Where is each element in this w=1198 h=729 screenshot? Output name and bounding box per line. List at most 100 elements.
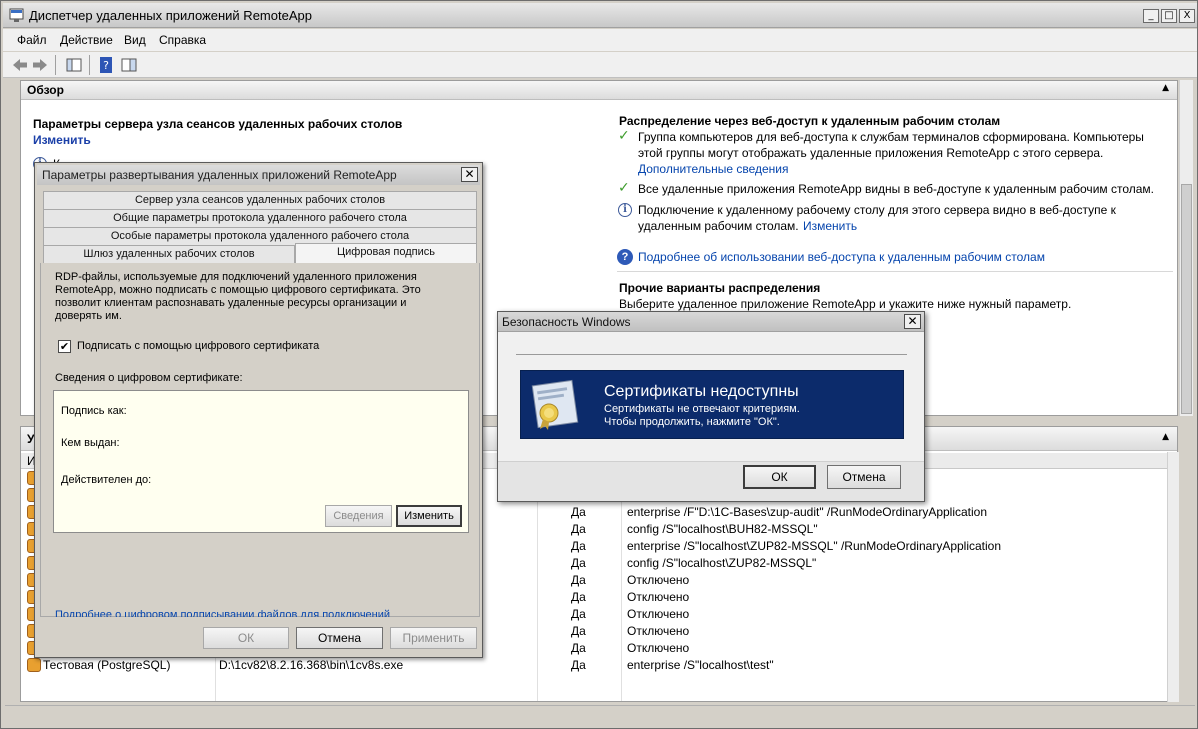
security-title: Безопасность Windows (502, 315, 631, 329)
tab-common-rdp[interactable]: Общие параметры протокола удаленного раб… (43, 209, 477, 227)
apply-button[interactable]: Применить (390, 627, 477, 649)
web-access-item2: Все удаленные приложения RemoteApp видны… (638, 182, 1155, 196)
server-settings-heading: Параметры сервера узла сеансов удаленных… (33, 117, 403, 131)
title-bar: Диспетчер удаленных приложений RemoteApp… (3, 3, 1197, 28)
cell-visible: Да (571, 539, 586, 553)
toolbar: ? (3, 52, 1197, 78)
digital-signing-help-link[interactable]: Подробнее о цифровом подписывании файлов… (55, 609, 390, 617)
check-icon: ✓ (618, 128, 630, 144)
remoteapp-icon (9, 8, 24, 22)
cell-visible: Да (571, 607, 586, 621)
forward-arrow-icon[interactable] (31, 56, 49, 74)
rdp-change-link[interactable]: Изменить (803, 219, 857, 233)
description-line: позволит клиентам распознавать удаленные… (55, 297, 407, 309)
overview-title: Обзор (27, 83, 64, 97)
minimize-button[interactable]: _ (1143, 9, 1159, 23)
menu-view[interactable]: Вид (124, 33, 146, 47)
svg-text:?: ? (103, 59, 109, 72)
deployment-settings-dialog: Параметры развертывания удаленных прилож… (34, 162, 483, 658)
cell-arguments: config /S"localhost\BUH82-MSSQL" (627, 522, 818, 536)
programs-scrollbar[interactable] (1167, 452, 1179, 702)
description-line: RDP-файлы, используемые для подключений … (55, 271, 417, 283)
web-access-help-link[interactable]: Подробнее об использовании веб-доступа к… (638, 250, 1045, 264)
menu-file[interactable]: Файл (17, 33, 47, 47)
cell-visible: Да (571, 522, 586, 536)
ok-button[interactable]: ОК (203, 627, 289, 649)
cancel-button[interactable]: Отмена (296, 627, 383, 649)
windows-security-dialog: Безопасность Windows ✕ Сертификаты недос… (497, 311, 925, 502)
collapse-up-icon[interactable]: ▲ (1162, 83, 1169, 93)
cell-visible: Да (571, 641, 586, 655)
tab-rd-session-host[interactable]: Сервер узла сеансов удаленных рабочих ст… (43, 191, 477, 209)
certificate-icon (531, 379, 579, 430)
menu-help[interactable]: Справка (159, 33, 206, 47)
info-icon: i (618, 203, 632, 217)
server-settings-change-link[interactable]: Изменить (33, 133, 91, 147)
valid-until-label: Действителен до: (61, 474, 152, 486)
close-icon[interactable]: ✕ (461, 167, 478, 182)
tab-page: RDP-файлы, используемые для подключений … (40, 263, 480, 617)
other-options-text: Выберите удаленное приложение RemoteApp … (619, 297, 1072, 311)
cell-visible: Да (571, 556, 586, 570)
change-certificate-button[interactable]: Изменить (396, 505, 462, 527)
cell-visible: Да (571, 573, 586, 587)
cell-visible: Да (571, 505, 586, 519)
menu-bar: Файл Действие Вид Справка (3, 29, 1197, 51)
dialog-title-bar: Параметры развертывания удаленных прилож… (37, 165, 480, 185)
cell-visible: Да (571, 658, 586, 672)
description-line: RemoteApp, можно подписать с помощью циф… (55, 284, 421, 296)
close-button[interactable]: X (1179, 9, 1195, 23)
banner-line: Чтобы продолжить, нажмите "ОК". (604, 416, 780, 428)
menu-action[interactable]: Действие (60, 33, 113, 47)
more-info-link[interactable]: Дополнительные сведения (638, 162, 788, 176)
tab-rd-gateway[interactable]: Шлюз удаленных рабочих столов (43, 245, 295, 263)
show-hide-tree-icon[interactable] (65, 56, 83, 74)
divider (516, 354, 907, 355)
cell-arguments: config /S"localhost\ZUP82-MSSQL" (627, 556, 817, 570)
other-options-heading: Прочие варианты распределения (619, 281, 821, 295)
app-icon (27, 658, 41, 672)
signed-as-label: Подпись как: (61, 405, 127, 417)
check-icon: ✓ (618, 180, 630, 196)
tab-digital-signature[interactable]: Цифровая подпись (295, 243, 477, 263)
overview-header[interactable]: Обзор ▲ (21, 81, 1177, 100)
toolbar-separator (89, 55, 90, 75)
security-ok-button[interactable]: ОК (743, 465, 816, 489)
overview-scrollbar[interactable] (1179, 80, 1193, 416)
close-icon[interactable]: ✕ (904, 314, 921, 329)
web-access-item1-line2: этой группы могут отображать удаленные п… (638, 146, 1104, 160)
sign-checkbox-label[interactable]: Подписать с помощью цифрового сертификат… (77, 340, 319, 352)
security-title-bar: Безопасность Windows ✕ (498, 312, 924, 332)
maximize-button[interactable]: □ (1161, 9, 1177, 23)
details-button[interactable]: Сведения (325, 505, 392, 527)
cert-group-label: Сведения о цифровом сертификате: (55, 372, 243, 384)
dialog-title: Параметры развертывания удаленных прилож… (42, 168, 397, 182)
cell-arguments: Отключено (627, 641, 690, 655)
web-access-heading: Распределение через веб-доступ к удаленн… (619, 114, 1001, 128)
cell-arguments: Отключено (627, 624, 690, 638)
table-row[interactable]: Тестовая (PostgreSQL) D:\1cv82\8.2.16.368… (21, 657, 1167, 674)
status-bar (5, 705, 1195, 725)
cell-path: D:\1cv82\8.2.16.368\bin\1cv8s.exe (219, 658, 404, 672)
web-access-item3-line1: Подключение к удаленному рабочему столу … (638, 203, 1116, 217)
description-line: доверять им. (55, 310, 122, 322)
cell-arguments: Отключено (627, 590, 690, 604)
issued-by-label: Кем выдан: (61, 437, 120, 449)
cell-arguments: Отключено (627, 573, 690, 587)
security-cancel-button[interactable]: Отмена (827, 465, 901, 489)
sign-checkbox[interactable]: ✔ (58, 340, 71, 353)
cell-visible: Да (571, 590, 586, 604)
toolbar-separator (55, 55, 56, 75)
divider (617, 271, 1173, 272)
cell-arguments: Отключено (627, 607, 690, 621)
certificate-banner: Сертификаты недоступны Сертификаты не от… (520, 370, 904, 439)
web-access-item1-line1: Группа компьютеров для веб-доступа к слу… (638, 130, 1144, 144)
web-access-item3-line2: удаленным рабочим столам. (638, 219, 799, 233)
cell-name: Тестовая (PostgreSQL) (43, 658, 171, 672)
window-title: Диспетчер удаленных приложений RemoteApp (29, 8, 312, 23)
show-hide-action-pane-icon[interactable] (120, 56, 138, 74)
scrollbar-thumb[interactable] (1181, 184, 1192, 414)
back-arrow-icon[interactable] (11, 56, 29, 74)
collapse-up-icon[interactable]: ▲ (1162, 432, 1169, 442)
help-icon[interactable]: ? (97, 56, 115, 74)
